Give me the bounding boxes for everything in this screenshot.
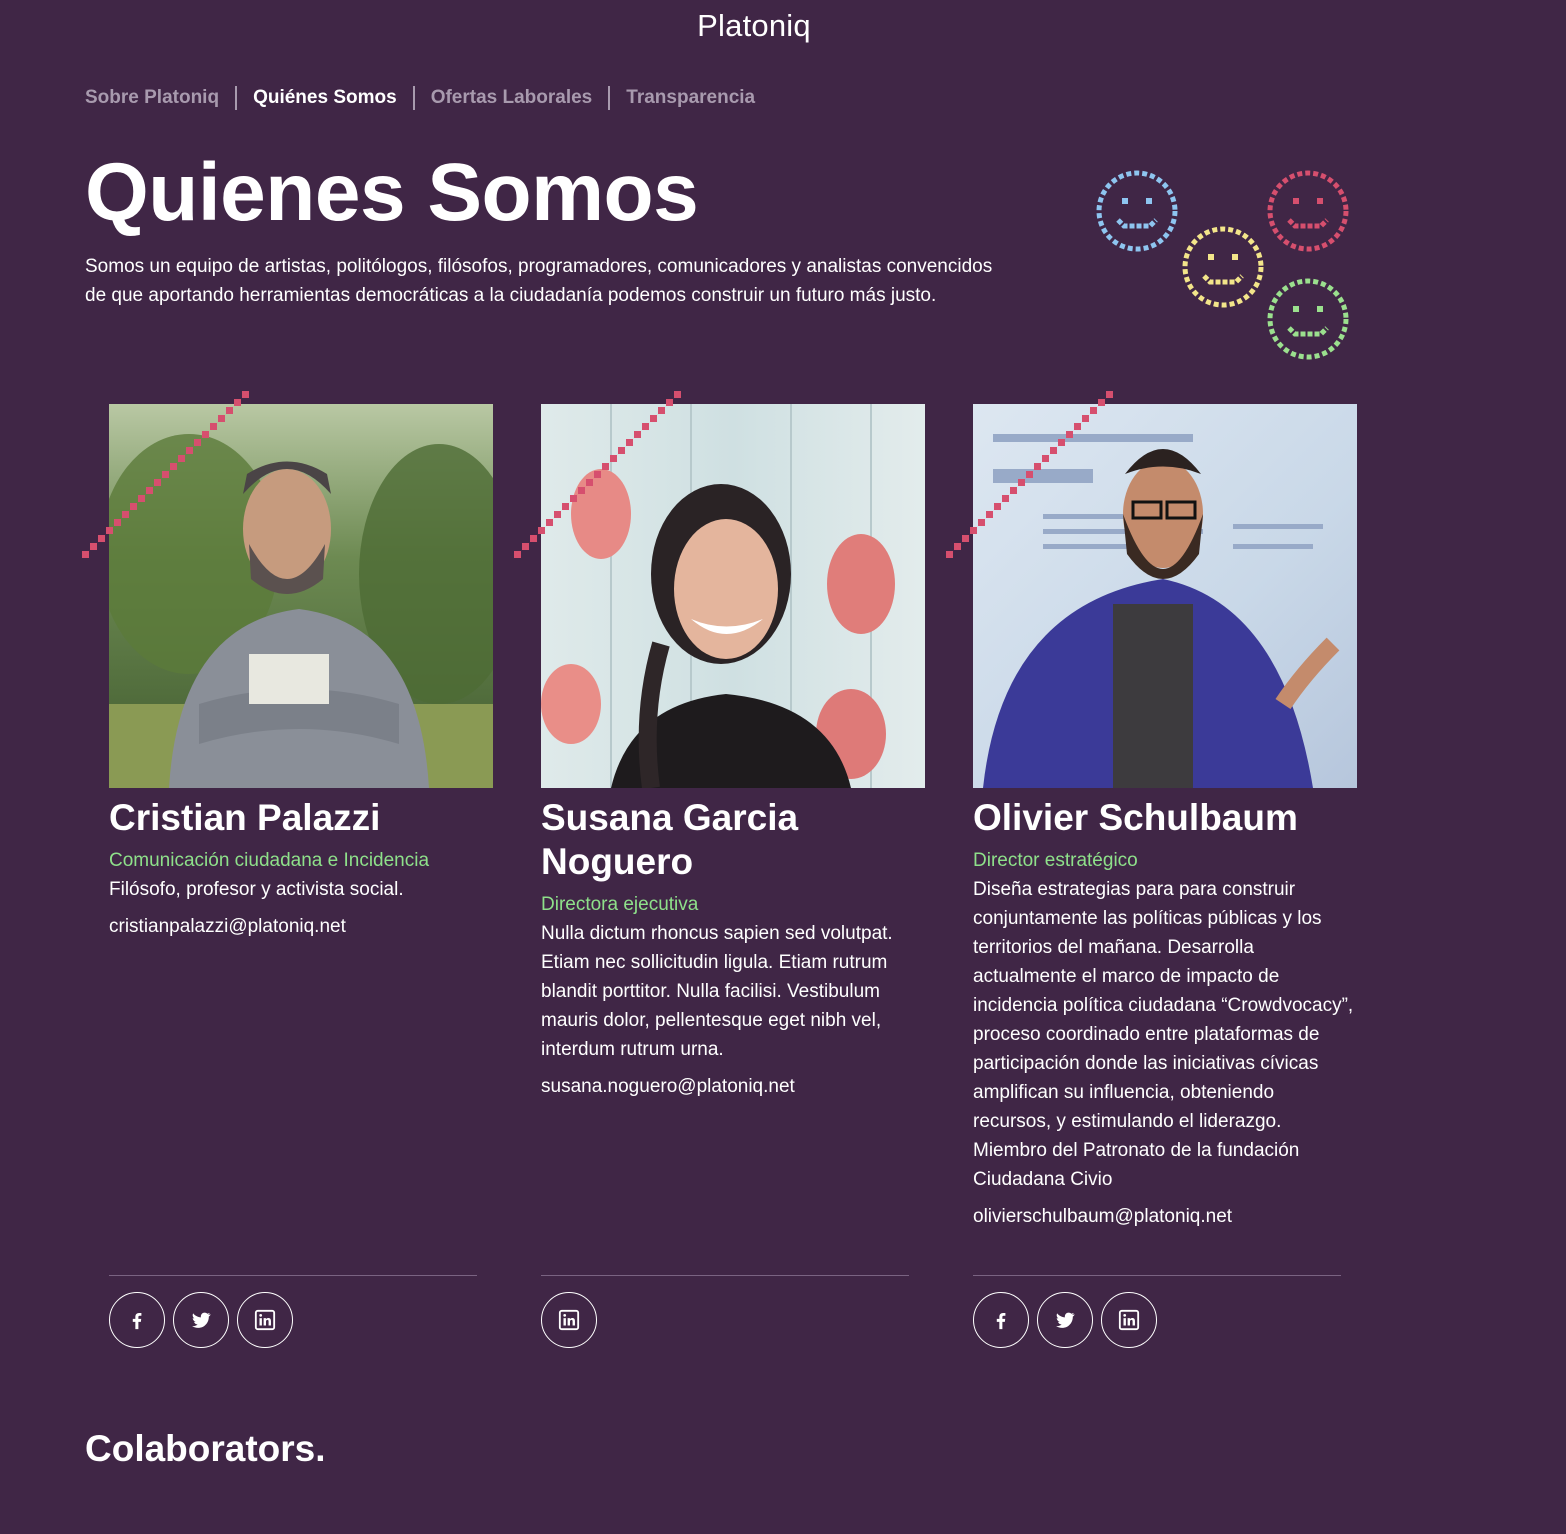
facebook-icon <box>996 1312 1006 1330</box>
smiley-yellow-icon <box>1182 226 1264 308</box>
site-title[interactable]: Platoniq <box>0 8 1508 44</box>
team-member-name: Olivier Schulbaum <box>973 797 1298 838</box>
nav-separator <box>412 86 415 110</box>
team-member-email[interactable]: olivierschulbaum@platoniq.net <box>973 1202 1357 1231</box>
twitter-button[interactable] <box>173 1292 229 1348</box>
social-links <box>973 1292 1157 1348</box>
twitter-button[interactable] <box>1037 1292 1093 1348</box>
linkedin-button[interactable] <box>237 1292 293 1348</box>
pixel-diagonal-decoration <box>82 391 249 558</box>
team-member-bio: Nulla dictum rhoncus sapien sed volutpat… <box>541 923 893 1060</box>
pixel-diagonal-decoration <box>514 391 681 558</box>
smileys-illustration <box>1094 168 1354 364</box>
team-member-role: Directora ejecutiva <box>541 894 699 915</box>
linkedin-icon <box>254 1309 276 1331</box>
social-links <box>541 1292 597 1348</box>
facebook-button[interactable] <box>973 1292 1029 1348</box>
team-member-email[interactable]: susana.noguero@platoniq.net <box>541 1072 925 1101</box>
smiley-blue-icon <box>1096 170 1178 252</box>
linkedin-icon <box>558 1309 580 1331</box>
linkedin-icon <box>1118 1309 1140 1331</box>
card-divider <box>109 1275 477 1276</box>
nav-link-ofertas-laborales[interactable]: Ofertas Laborales <box>431 87 593 109</box>
page-intro: Somos un equipo de artistas, politólogos… <box>85 252 1085 310</box>
nav-separator <box>608 86 611 110</box>
colaborators-heading: Colaborators. <box>85 1428 326 1469</box>
intro-line-2: de que aportando herramientas democrátic… <box>85 285 937 306</box>
pixel-diagonal-decoration <box>946 391 1113 558</box>
facebook-button[interactable] <box>109 1292 165 1348</box>
nav-link-sobre-platoniq[interactable]: Sobre Platoniq <box>85 87 219 109</box>
social-links <box>109 1292 293 1348</box>
card-divider <box>541 1275 909 1276</box>
nav-link-quienes-somos[interactable]: Quiénes Somos <box>253 87 397 109</box>
team-member-name: Cristian Palazzi <box>109 797 381 838</box>
page-title: Quienes Somos <box>85 147 699 238</box>
nav-separator <box>235 86 238 110</box>
twitter-icon <box>192 1312 211 1328</box>
nav-link-transparencia[interactable]: Transparencia <box>626 87 755 109</box>
team-member-role: Comunicación ciudadana e Incidencia <box>109 850 430 871</box>
facebook-icon <box>132 1312 142 1330</box>
linkedin-button[interactable] <box>1101 1292 1157 1348</box>
team-member-email[interactable]: cristianpalazzi@platoniq.net <box>109 912 493 941</box>
team-member-role: Director estratégico <box>973 850 1138 871</box>
linkedin-button[interactable] <box>541 1292 597 1348</box>
team-member-bio: Diseña estrategias para para construir c… <box>973 879 1354 1190</box>
team-member-bio: Filósofo, profesor y activista social. <box>109 879 404 900</box>
intro-line-1: Somos un equipo de artistas, politólogos… <box>85 256 993 277</box>
twitter-icon <box>1056 1312 1075 1328</box>
smiley-red-icon <box>1267 170 1349 252</box>
team-member-name: Susana Garcia Noguero <box>541 797 799 882</box>
sub-navigation: Sobre Platoniq Quiénes Somos Ofertas Lab… <box>85 86 755 110</box>
smiley-green-icon <box>1267 278 1349 360</box>
card-divider <box>973 1275 1341 1276</box>
